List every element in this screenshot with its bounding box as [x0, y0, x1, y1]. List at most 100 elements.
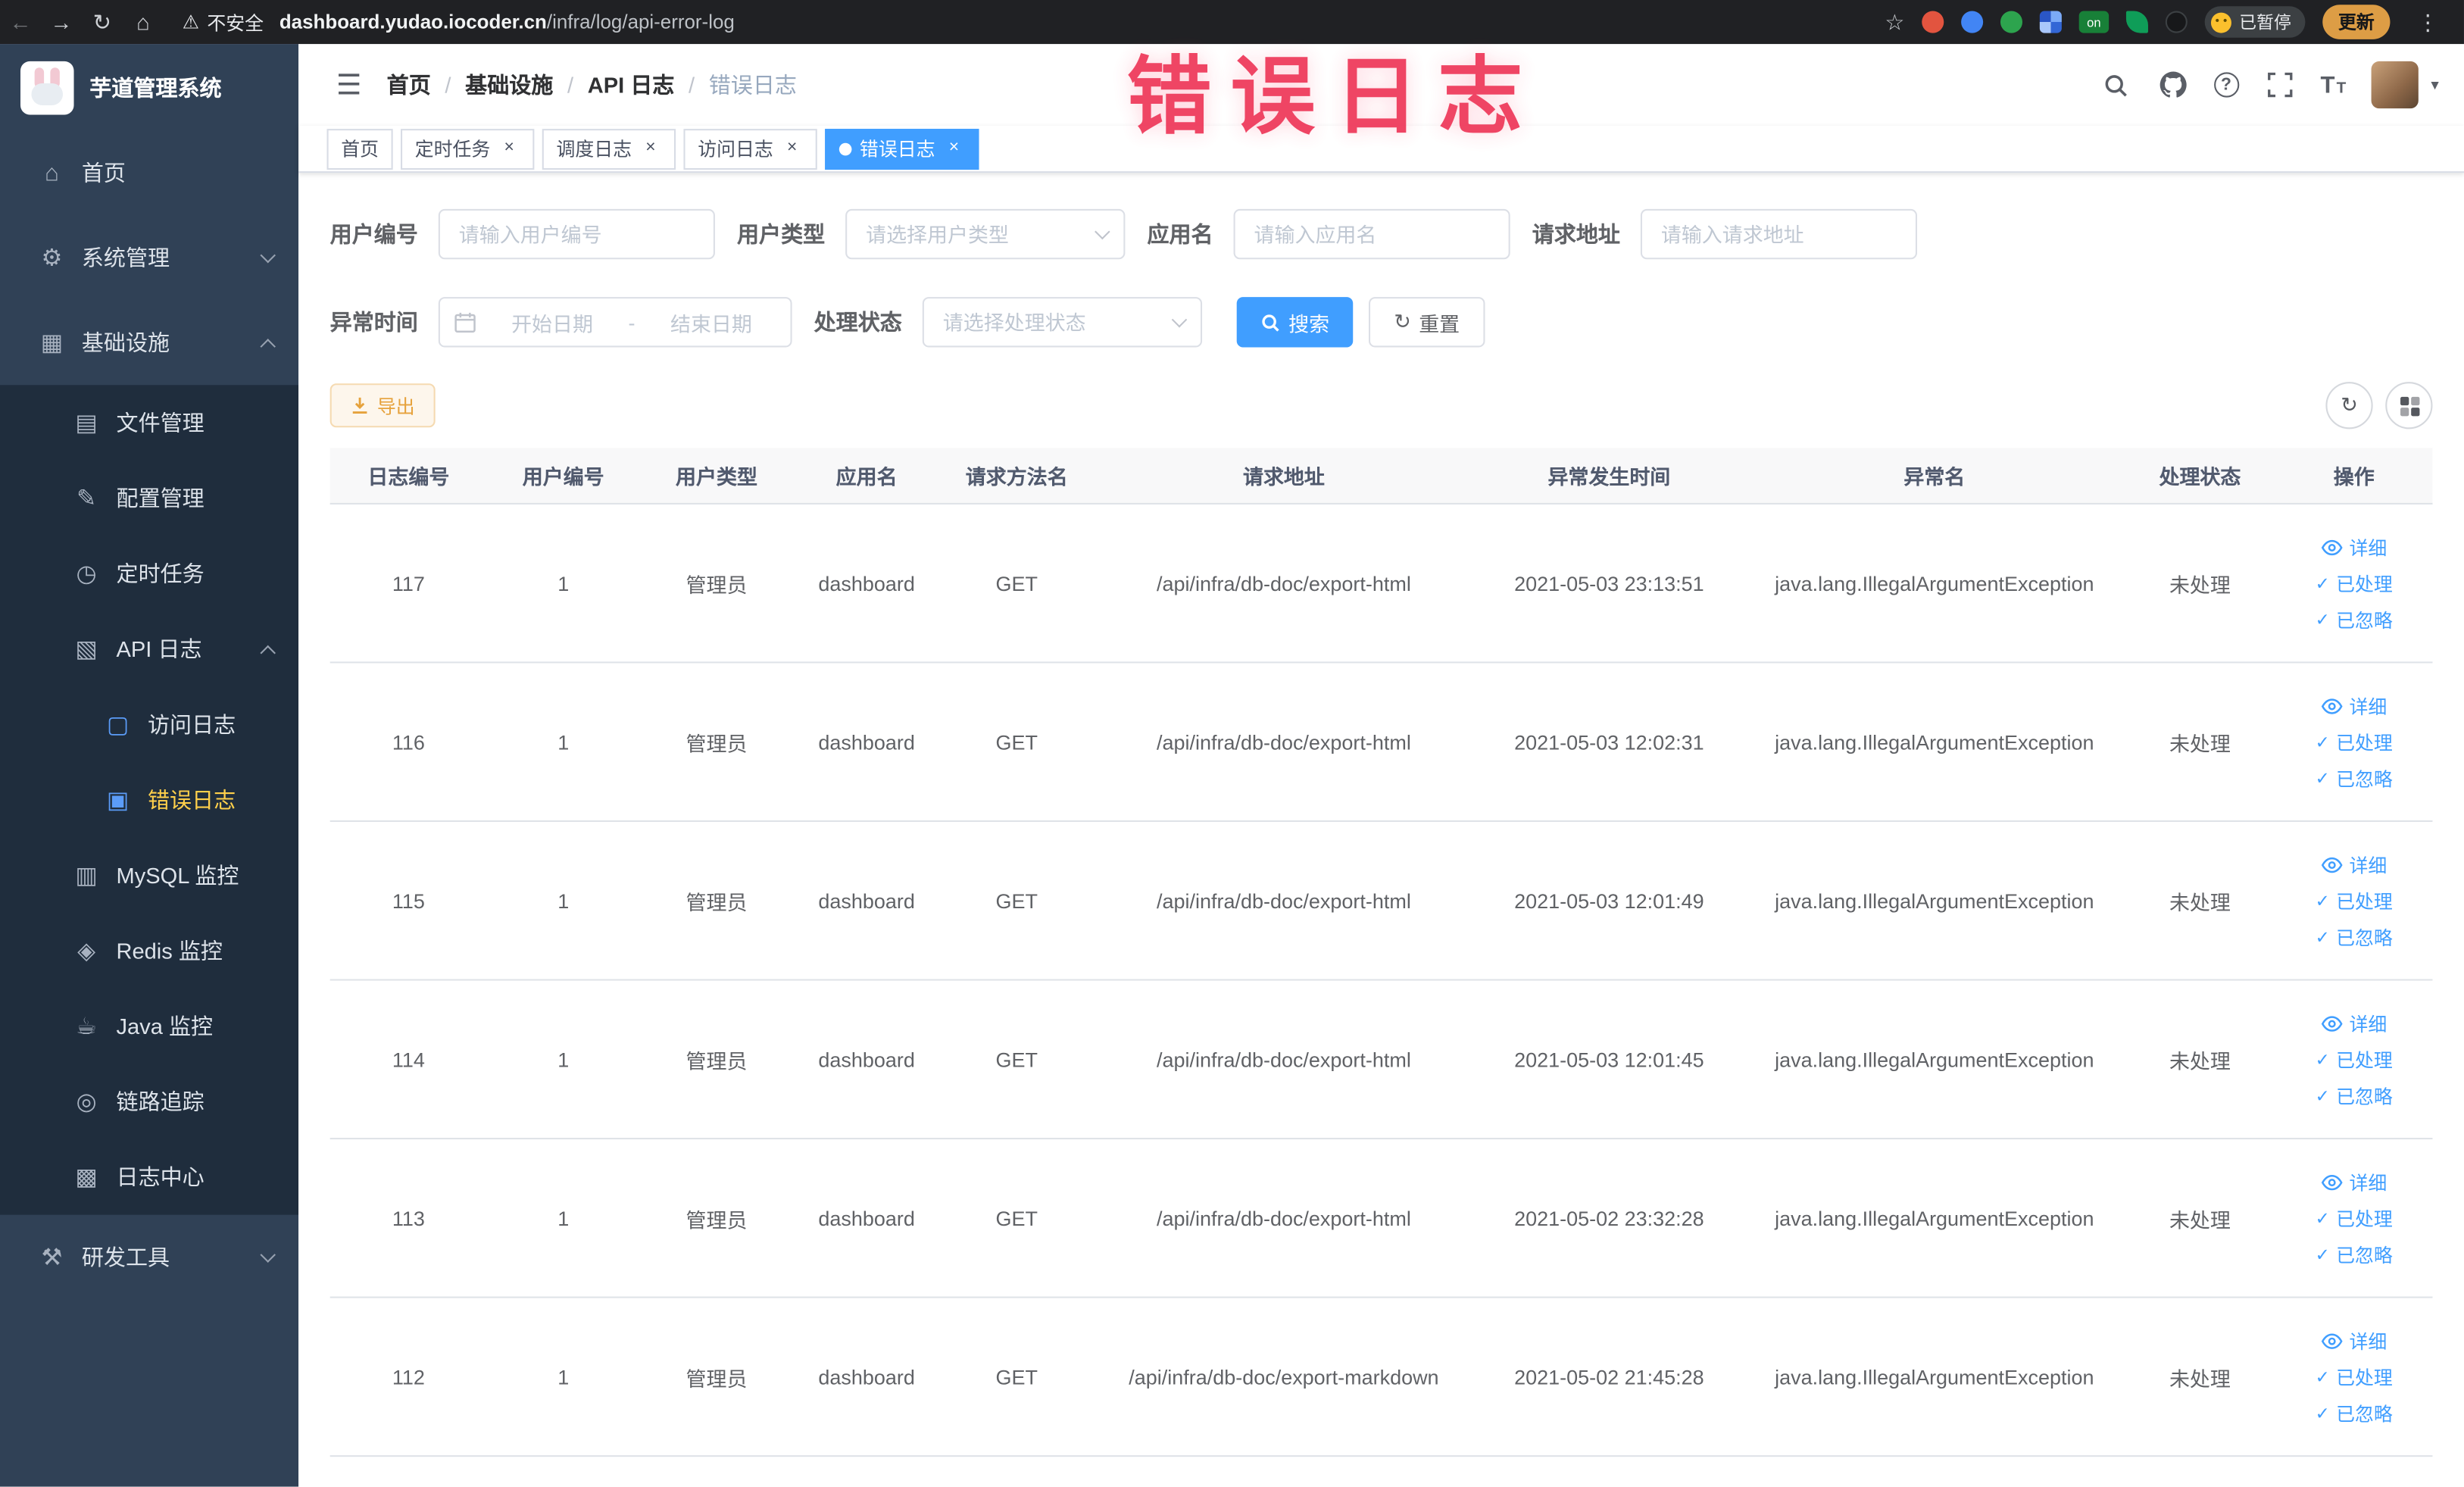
status-select[interactable]: [922, 297, 1203, 348]
processed-link[interactable]: ✓ 已处理: [2316, 570, 2393, 596]
chevron-down-icon[interactable]: ▾: [2431, 77, 2438, 94]
refresh-button[interactable]: ↻: [2325, 382, 2373, 430]
sidebar-item-label: API 日志: [116, 636, 202, 662]
clock-icon: ◷: [76, 561, 97, 588]
help-icon[interactable]: ?: [2213, 72, 2239, 98]
cell-actions: 详细 ✓ 已处理 ✓ 已忽略: [2275, 851, 2432, 950]
detail-link[interactable]: 详细: [2321, 533, 2387, 560]
tab-error-log[interactable]: 错误日志 ×: [825, 128, 979, 170]
detail-link-label: 详细: [2349, 1013, 2387, 1036]
detail-link[interactable]: 详细: [2321, 851, 2387, 877]
close-icon[interactable]: ×: [639, 138, 661, 160]
tab-access-log[interactable]: 访问日志 ×: [683, 128, 817, 170]
browser-menu-icon[interactable]: ⋮: [2407, 8, 2448, 35]
processed-link[interactable]: ✓ 已处理: [2316, 729, 2393, 755]
avatar[interactable]: [2371, 61, 2419, 109]
redis-icon: ◈: [77, 938, 96, 965]
sidebar-item-job[interactable]: ◷ 定时任务: [0, 536, 298, 611]
request-url-input[interactable]: [1640, 208, 1918, 260]
site-security-chip[interactable]: ⚠ 不安全: [183, 8, 264, 35]
column-settings-button[interactable]: [2385, 382, 2433, 430]
ignored-link[interactable]: ✓ 已忽略: [2316, 1082, 2393, 1108]
sidebar-item-java[interactable]: ☕ Java 监控: [0, 989, 298, 1064]
cell-method: GET: [995, 889, 1038, 913]
col-time: 异常发生时间: [1547, 465, 1671, 489]
ignored-link-label: 已忽略: [2336, 1085, 2393, 1107]
fullscreen-icon[interactable]: [2264, 69, 2295, 100]
user-type-label: 用户类型: [736, 221, 826, 247]
processed-link[interactable]: ✓ 已处理: [2316, 887, 2393, 914]
sidebar-item-dev-tools[interactable]: ⚒ 研发工具: [0, 1215, 298, 1300]
ignored-link[interactable]: ✓ 已忽略: [2316, 1241, 2393, 1267]
export-button[interactable]: 导出: [329, 383, 436, 428]
extension-icon-blue[interactable]: [1961, 11, 1984, 33]
sidebar-item-system[interactable]: ⚙ 系统管理: [0, 215, 298, 300]
detail-link[interactable]: 详细: [2321, 692, 2387, 719]
sidebar-item-access-log[interactable]: ▢ 访问日志: [0, 687, 298, 763]
extension-icon-leaf[interactable]: [2125, 11, 2148, 33]
cell-log-id: 114: [392, 1047, 425, 1071]
ignored-link[interactable]: ✓ 已忽略: [2316, 923, 2393, 950]
address-bar[interactable]: dashboard.yudao.iocoder.cn/infra/log/api…: [280, 11, 735, 33]
ignored-link[interactable]: ✓ 已忽略: [2316, 1399, 2393, 1426]
extension-icon-grid[interactable]: [2039, 11, 2062, 33]
close-icon[interactable]: ×: [498, 138, 520, 160]
sidebar-item-api-log[interactable]: ▧ API 日志: [0, 611, 298, 687]
sidebar-item-trace[interactable]: ◎ 链路追踪: [0, 1064, 298, 1140]
bookmark-star-icon[interactable]: ☆: [1885, 8, 1904, 35]
breadcrumb-home[interactable]: 首页: [387, 69, 431, 100]
sidebar-item-file[interactable]: ▤ 文件管理: [0, 385, 298, 461]
breadcrumb-infra[interactable]: 基础设施: [465, 69, 553, 100]
browser-home-icon[interactable]: ⌂: [123, 9, 164, 34]
processed-link[interactable]: ✓ 已处理: [2316, 1046, 2393, 1073]
user-type-select[interactable]: [845, 208, 1126, 260]
cell-request-url: /api/infra/db-doc/export-html: [1157, 1047, 1411, 1071]
tab-home[interactable]: 首页: [326, 128, 393, 170]
search-icon[interactable]: [2100, 69, 2131, 100]
reload-icon[interactable]: ↻: [82, 8, 123, 35]
detail-link[interactable]: 详细: [2321, 1168, 2387, 1195]
github-icon[interactable]: [2157, 69, 2188, 100]
sidebar-item-redis[interactable]: ◈ Redis 监控: [0, 913, 298, 989]
user-id-input[interactable]: [438, 208, 715, 260]
ignored-link[interactable]: ✓ 已忽略: [2316, 606, 2393, 633]
date-range-picker[interactable]: 开始日期 - 结束日期: [438, 297, 792, 348]
check-icon: ✓: [2315, 1209, 2330, 1229]
sidebar-item-home[interactable]: ⌂ 首页: [0, 130, 298, 215]
breadcrumb-api-log[interactable]: API 日志: [588, 69, 675, 100]
cell-log-id: 117: [392, 571, 425, 595]
table-row: 113 1 管理员 dashboard GET /api/infra/db-do…: [329, 1139, 2433, 1298]
close-icon[interactable]: ×: [781, 138, 803, 160]
reset-button[interactable]: ↻ 重置: [1369, 297, 1485, 348]
gear-icon: ⚙: [41, 245, 63, 272]
back-icon[interactable]: ←: [0, 9, 41, 34]
sidebar-toggle-icon[interactable]: ☰: [323, 68, 374, 102]
tab-job-log[interactable]: 调度日志 ×: [542, 128, 676, 170]
processed-link[interactable]: ✓ 已处理: [2316, 1204, 2393, 1231]
sidebar-item-log-center[interactable]: ▩ 日志中心: [0, 1139, 298, 1215]
app-name-input[interactable]: [1233, 208, 1510, 260]
search-button[interactable]: 搜索: [1236, 297, 1354, 348]
check-icon: ✓: [2315, 1404, 2330, 1423]
font-size-icon[interactable]: TT: [2321, 71, 2347, 98]
detail-link[interactable]: 详细: [2321, 1327, 2387, 1354]
browser-update-button[interactable]: 更新: [2322, 5, 2391, 39]
ignored-link[interactable]: ✓ 已忽略: [2316, 764, 2393, 791]
sidebar-item-error-log[interactable]: ▣ 错误日志: [0, 762, 298, 838]
sidebar-item-infra[interactable]: ▦ 基础设施: [0, 300, 298, 385]
extension-icon-paw[interactable]: [2165, 11, 2188, 33]
sidebar-item-config[interactable]: ✎ 配置管理: [0, 461, 298, 536]
cell-method: GET: [995, 1364, 1038, 1389]
sidebar-item-mysql[interactable]: ▥ MySQL 监控: [0, 838, 298, 914]
sidebar-logo[interactable]: 芋道管理系统: [0, 44, 298, 130]
extension-icon-red[interactable]: [1922, 11, 1944, 33]
profile-paused-badge[interactable]: 已暂停: [2204, 6, 2306, 38]
close-icon[interactable]: ×: [943, 138, 965, 160]
tab-job[interactable]: 定时任务 ×: [401, 128, 535, 170]
detail-link[interactable]: 详细: [2321, 1010, 2387, 1036]
forward-icon[interactable]: →: [41, 9, 82, 34]
extension-icon-green[interactable]: [2000, 11, 2023, 33]
extension-icon-on-badge[interactable]: on: [2078, 11, 2110, 33]
processed-link[interactable]: ✓ 已处理: [2316, 1364, 2393, 1390]
filter-status: 处理状态: [814, 297, 1203, 348]
